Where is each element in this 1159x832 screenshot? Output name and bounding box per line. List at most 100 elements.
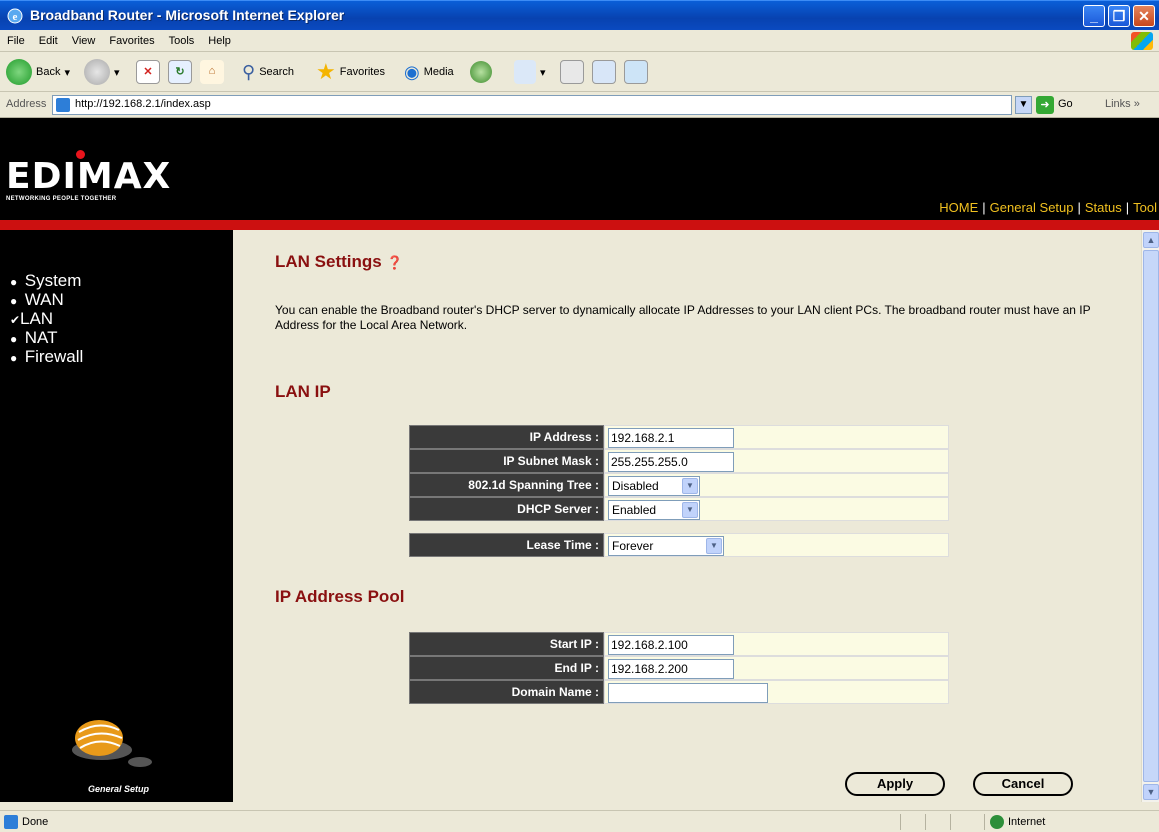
back-button[interactable]: Back ▾: [6, 56, 70, 88]
chevron-down-icon: ▼: [1018, 99, 1029, 110]
start-ip-input[interactable]: [608, 635, 734, 655]
page-title-text: LAN Settings: [275, 252, 382, 271]
title-bar[interactable]: e Broadband Router - Microsoft Internet …: [0, 0, 1159, 30]
dropdown-arrow-icon: ▾: [540, 66, 546, 79]
menu-view[interactable]: View: [65, 30, 103, 52]
sidebar-item-system[interactable]: ● System: [10, 272, 83, 291]
menu-favorites[interactable]: Favorites: [102, 30, 161, 52]
home-button[interactable]: ⌂: [200, 56, 224, 88]
bullet-icon: ●: [10, 275, 18, 289]
apply-button[interactable]: Apply: [845, 772, 945, 796]
nav-tool[interactable]: Tool: [1133, 200, 1157, 215]
dhcp-server-value: Enabled: [612, 503, 657, 517]
address-input[interactable]: http://192.168.2.1/index.asp: [52, 95, 1012, 115]
status-text: Done: [22, 816, 49, 828]
end-ip-input[interactable]: [608, 659, 734, 679]
internet-globe-icon: [990, 815, 1004, 829]
address-dropdown-button[interactable]: ▼: [1015, 96, 1032, 114]
links-button[interactable]: Links »: [1105, 98, 1140, 110]
stop-button[interactable]: ✕: [136, 56, 160, 88]
scroll-up-button[interactable]: ▲: [1143, 232, 1159, 248]
home-icon: ⌂: [200, 60, 224, 84]
security-zone-label: Internet: [1008, 816, 1046, 828]
sidebar-item-label: LAN: [20, 309, 54, 328]
refresh-icon: ↻: [168, 60, 192, 84]
history-button[interactable]: [470, 56, 492, 88]
media-label: Media: [423, 66, 454, 78]
spanning-tree-label: 802.1d Spanning Tree :: [409, 473, 604, 497]
sidebar-item-nat[interactable]: ● NAT: [10, 329, 83, 348]
favorites-label: Favorites: [339, 66, 385, 78]
nav-home[interactable]: HOME: [939, 200, 978, 215]
close-button[interactable]: ✕: [1133, 5, 1155, 27]
go-button[interactable]: ➜: [1036, 96, 1054, 114]
subnet-mask-cell: [604, 449, 949, 473]
bullet-icon: ●: [10, 351, 18, 365]
go-label[interactable]: Go: [1058, 98, 1073, 110]
scroll-thumb[interactable]: [1143, 250, 1159, 782]
sidebar-menu: ● System ● WAN ✔LAN ● NAT ● Firewall: [10, 272, 83, 367]
chevron-down-icon: ▼: [1146, 787, 1156, 797]
address-bar: Address http://192.168.2.1/index.asp ▼ ➜…: [0, 92, 1159, 118]
sidebar-item-firewall[interactable]: ● Firewall: [10, 348, 83, 367]
subnet-mask-label: IP Subnet Mask :: [409, 449, 604, 473]
subnet-mask-row: IP Subnet Mask :: [409, 449, 949, 473]
address-label: Address: [6, 98, 47, 110]
page-icon: [4, 815, 18, 829]
dhcp-server-label: DHCP Server :: [409, 497, 604, 521]
restore-icon: ❐: [1112, 8, 1126, 24]
toolbar: Back ▾ ▾ ✕ ↻ ⌂ ⚲ Search ★ Favorites ◉ Me…: [0, 52, 1159, 92]
search-button[interactable]: ⚲ Search: [242, 56, 294, 88]
lease-time-select[interactable]: Forever ▼: [608, 536, 724, 556]
print-icon: [560, 60, 584, 84]
domain-name-input[interactable]: [608, 683, 768, 703]
dhcp-server-cell: Enabled ▼: [604, 497, 949, 521]
sidebar-item-label: NAT: [24, 328, 58, 347]
menu-edit[interactable]: Edit: [32, 30, 65, 52]
edit-button[interactable]: [592, 56, 616, 88]
nav-separator: |: [1077, 200, 1081, 215]
forward-arrow-icon: [84, 59, 110, 85]
subnet-mask-input[interactable]: [608, 452, 734, 472]
sidebar-item-lan[interactable]: ✔LAN: [10, 310, 83, 329]
minimize-icon: _: [1090, 8, 1098, 24]
sidebar-item-label: WAN: [24, 290, 64, 309]
mail-icon: [514, 60, 536, 84]
go-arrow-icon: ➜: [1040, 99, 1050, 111]
menu-tools[interactable]: Tools: [162, 30, 202, 52]
page-header: EDIMAX NETWORKING PEOPLE TOGETHER HOME | G…: [0, 118, 1159, 220]
sidebar-item-wan[interactable]: ● WAN: [10, 291, 83, 310]
domain-name-row: Domain Name :: [409, 680, 949, 704]
nav-general-setup[interactable]: General Setup: [990, 200, 1074, 215]
spanning-tree-select[interactable]: Disabled ▼: [608, 476, 700, 496]
scroll-down-button[interactable]: ▼: [1143, 784, 1159, 800]
print-button[interactable]: [560, 56, 584, 88]
status-bar: Done Internet: [0, 810, 1159, 832]
address-url: http://192.168.2.1/index.asp: [75, 98, 211, 110]
minimize-button[interactable]: _: [1083, 5, 1105, 27]
search-label: Search: [259, 66, 295, 78]
menu-help[interactable]: Help: [201, 30, 238, 52]
back-label: Back: [36, 66, 61, 78]
status-divider: [900, 814, 901, 830]
nav-status[interactable]: Status: [1085, 200, 1122, 215]
mail-button[interactable]: ▾: [514, 56, 546, 88]
ip-address-input[interactable]: [608, 428, 734, 448]
cancel-button[interactable]: Cancel: [973, 772, 1073, 796]
messenger-button[interactable]: [624, 56, 648, 88]
end-ip-row: End IP :: [409, 656, 949, 680]
help-icon[interactable]: ❓: [386, 255, 402, 270]
main-content: LAN Settings ❓ You can enable the Broadb…: [233, 230, 1141, 802]
window-title: Broadband Router - Microsoft Internet Ex…: [30, 7, 345, 23]
chevron-up-icon: ▲: [1146, 235, 1156, 245]
menu-file[interactable]: File: [0, 30, 32, 52]
vertical-scrollbar[interactable]: ▲ ▼: [1141, 230, 1159, 802]
favorites-button[interactable]: ★ Favorites: [316, 56, 385, 88]
dropdown-arrow-icon: ▾: [64, 66, 70, 79]
refresh-button[interactable]: ↻: [168, 56, 192, 88]
media-button[interactable]: ◉ Media: [404, 56, 454, 88]
edimax-logo: EDIMAX: [6, 150, 171, 197]
maximize-button[interactable]: ❐: [1108, 5, 1130, 27]
dhcp-server-select[interactable]: Enabled ▼: [608, 500, 700, 520]
forward-button[interactable]: ▾: [84, 56, 120, 88]
